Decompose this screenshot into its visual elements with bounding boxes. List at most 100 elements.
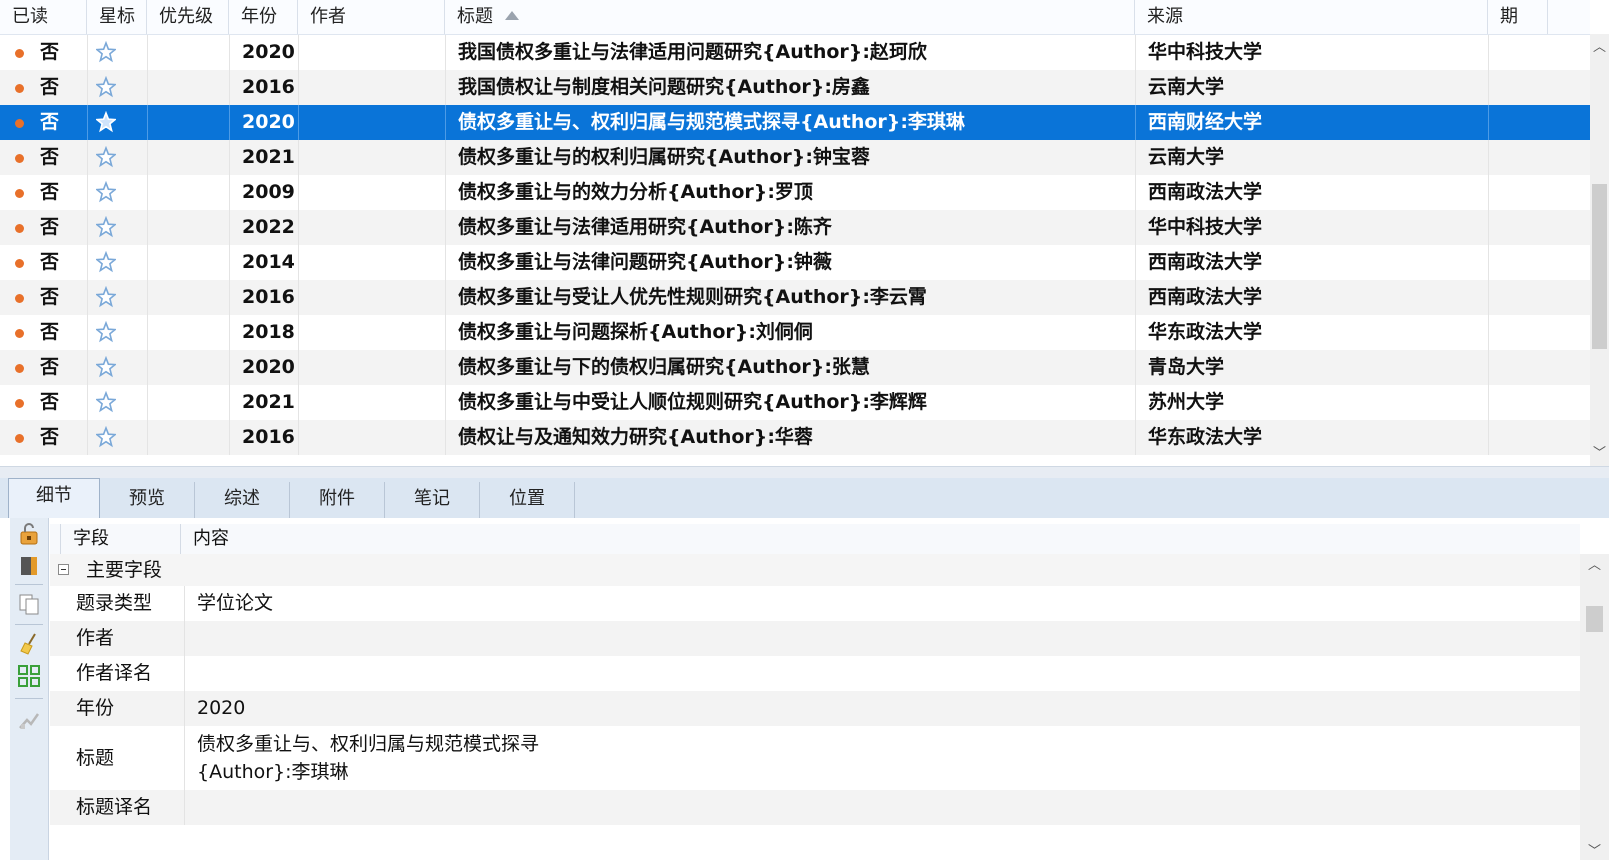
table-row[interactable]: 否 2021 债权多重让与的权利归属研究{Author}:钟宝蓉 云南大学 <box>0 140 1590 175</box>
table-row[interactable]: 否 2014 债权多重让与法律问题研究{Author}:钟薇 西南政法大学 <box>0 245 1590 280</box>
column-header-source[interactable]: 来源 <box>1135 0 1488 34</box>
tab-preview[interactable]: 预览 <box>100 482 195 518</box>
field-row[interactable]: 标题 债权多重让与、权利归属与规范模式探寻 {Author}:李琪琳 <box>50 726 1580 790</box>
field-row[interactable]: 作者译名 <box>50 656 1580 691</box>
read-status-cell: 否 <box>40 391 60 413</box>
column-divider <box>87 70 88 105</box>
table-row[interactable]: 否 2009 债权多重让与的效力分析{Author}:罗顶 西南政法大学 <box>0 175 1590 210</box>
unread-dot-icon <box>15 399 24 408</box>
column-divider <box>1135 420 1136 455</box>
read-status-cell: 否 <box>40 216 60 238</box>
tab-location[interactable]: 位置 <box>480 482 575 518</box>
field-column-header[interactable]: 字段 <box>60 524 180 554</box>
tab-details[interactable]: 细节 <box>8 478 100 518</box>
field-value[interactable]: 债权多重让与、权利归属与规范模式探寻 {Author}:李琪琳 <box>197 730 539 786</box>
star-icon[interactable] <box>96 181 116 203</box>
title-cell: 我国债权多重让与法律适用问题研究{Author}:赵珂欣 <box>458 41 927 63</box>
column-header-title[interactable]: 标题 <box>445 0 1135 34</box>
column-header-read[interactable]: 已读 <box>0 0 87 34</box>
broom-icon[interactable] <box>17 632 41 656</box>
scrollbar-thumb[interactable] <box>1592 184 1607 349</box>
column-divider <box>1488 35 1489 70</box>
detail-vertical-scrollbar[interactable]: ︿ ﹀ <box>1580 554 1609 860</box>
column-header-star[interactable]: 星标 <box>87 0 147 34</box>
scroll-up-icon[interactable]: ︿ <box>1580 554 1609 573</box>
copy-icon[interactable] <box>17 592 41 616</box>
expand-all-icon[interactable] <box>17 664 41 688</box>
year-cell: 2020 <box>242 111 295 133</box>
column-header-priority-label: 优先级 <box>159 6 213 27</box>
column-divider <box>445 140 446 175</box>
scroll-down-icon[interactable]: ﹀ <box>1590 444 1609 464</box>
collapse-icon[interactable] <box>58 564 69 575</box>
tab-notes[interactable]: 笔记 <box>385 482 480 518</box>
reference-list[interactable]: 已读 星标 优先级 年份 作者 标题 来源 期 否 2020 我国债权多重让与法律适… <box>0 0 1609 478</box>
scrollbar-thumb[interactable] <box>1586 606 1603 632</box>
column-divider <box>1135 280 1136 315</box>
year-cell: 2021 <box>242 391 295 413</box>
column-divider <box>147 420 148 455</box>
table-row[interactable]: 否 2022 债权多重让与法律适用研究{Author}:陈齐 华中科技大学 <box>0 210 1590 245</box>
tab-preview-label: 预览 <box>129 488 165 509</box>
column-divider <box>1488 280 1489 315</box>
table-row[interactable]: 否 2016 债权让与及通知效力研究{Author}:华蓉 华东政法大学 <box>0 420 1590 455</box>
field-row[interactable]: 标题译名 <box>50 790 1580 825</box>
column-divider <box>229 420 230 455</box>
toolbar-separator <box>15 698 43 699</box>
table-row[interactable]: 否 2016 债权多重让与受让人优先性规则研究{Author}:李云霄 西南政法大学 <box>0 280 1590 315</box>
list-vertical-scrollbar[interactable]: ︿ ﹀ <box>1590 34 1609 478</box>
star-icon[interactable] <box>96 286 116 308</box>
column-divider <box>445 210 446 245</box>
field-row[interactable]: 年份 2020 <box>50 691 1580 726</box>
column-header-source-label: 来源 <box>1147 6 1183 27</box>
column-divider <box>229 385 230 420</box>
table-row[interactable]: 否 2020 债权多重让与、权利归属与规范模式探寻{Author}:李琪琳 西南财经大… <box>0 105 1590 140</box>
read-status-cell: 否 <box>40 146 60 168</box>
field-row[interactable]: 作者 <box>50 621 1580 656</box>
group-label: 主要字段 <box>86 559 163 581</box>
column-divider <box>298 315 299 350</box>
table-row[interactable]: 否 2020 债权多重让与下的债权归属研究{Author}:张慧 青岛大学 <box>0 350 1590 385</box>
star-icon[interactable] <box>96 111 116 133</box>
column-header-priority[interactable]: 优先级 <box>147 0 229 34</box>
star-icon[interactable] <box>96 76 116 98</box>
star-icon[interactable] <box>96 391 116 413</box>
source-cell: 西南财经大学 <box>1148 111 1263 133</box>
column-header-year[interactable]: 年份 <box>229 0 298 34</box>
unread-dot-icon <box>15 49 24 58</box>
star-icon[interactable] <box>96 251 116 273</box>
column-divider <box>1135 140 1136 175</box>
content-column-header[interactable]: 内容 <box>180 524 1580 554</box>
star-icon[interactable] <box>96 41 116 63</box>
star-icon[interactable] <box>96 216 116 238</box>
field-value[interactable]: 2020 <box>197 691 245 726</box>
table-row[interactable]: 否 2021 债权多重让与中受让人顺位规则研究{Author}:李辉辉 苏州大学 <box>0 385 1590 420</box>
field-name: 年份 <box>76 697 115 719</box>
detail-toolbar <box>10 518 49 860</box>
tab-attachments[interactable]: 附件 <box>290 482 385 518</box>
column-divider <box>147 105 148 140</box>
field-row[interactable]: 题录类型 学位论文 <box>50 586 1580 621</box>
star-icon[interactable] <box>96 321 116 343</box>
toolbar-separator <box>15 584 43 585</box>
lock-icon[interactable] <box>17 522 41 546</box>
column-header-author[interactable]: 作者 <box>298 0 445 34</box>
table-row[interactable]: 否 2020 我国债权多重让与法律适用问题研究{Author}:赵珂欣 华中科技大学 <box>0 35 1590 70</box>
column-divider <box>87 280 88 315</box>
scroll-down-icon[interactable]: ﹀ <box>1580 840 1609 859</box>
star-icon[interactable] <box>96 356 116 378</box>
star-icon[interactable] <box>96 146 116 168</box>
table-row[interactable]: 否 2018 债权多重让与问题探析{Author}:刘侗侗 华东政法大学 <box>0 315 1590 350</box>
column-header-issue[interactable]: 期 <box>1488 0 1548 34</box>
star-icon[interactable] <box>96 426 116 448</box>
scroll-up-icon[interactable]: ︿ <box>1590 38 1609 58</box>
table-row[interactable]: 否 2016 我国债权让与制度相关问题研究{Author}:房鑫 云南大学 <box>0 70 1590 105</box>
source-cell: 华中科技大学 <box>1148 41 1263 63</box>
tab-summary[interactable]: 综述 <box>195 482 290 518</box>
content-column-header-label: 内容 <box>193 528 229 549</box>
book-icon[interactable] <box>17 554 41 578</box>
field-value[interactable]: 学位论文 <box>197 586 273 621</box>
group-row-main-fields[interactable]: 主要字段 <box>50 554 1580 586</box>
chart-icon[interactable] <box>17 708 41 732</box>
column-divider <box>147 175 148 210</box>
